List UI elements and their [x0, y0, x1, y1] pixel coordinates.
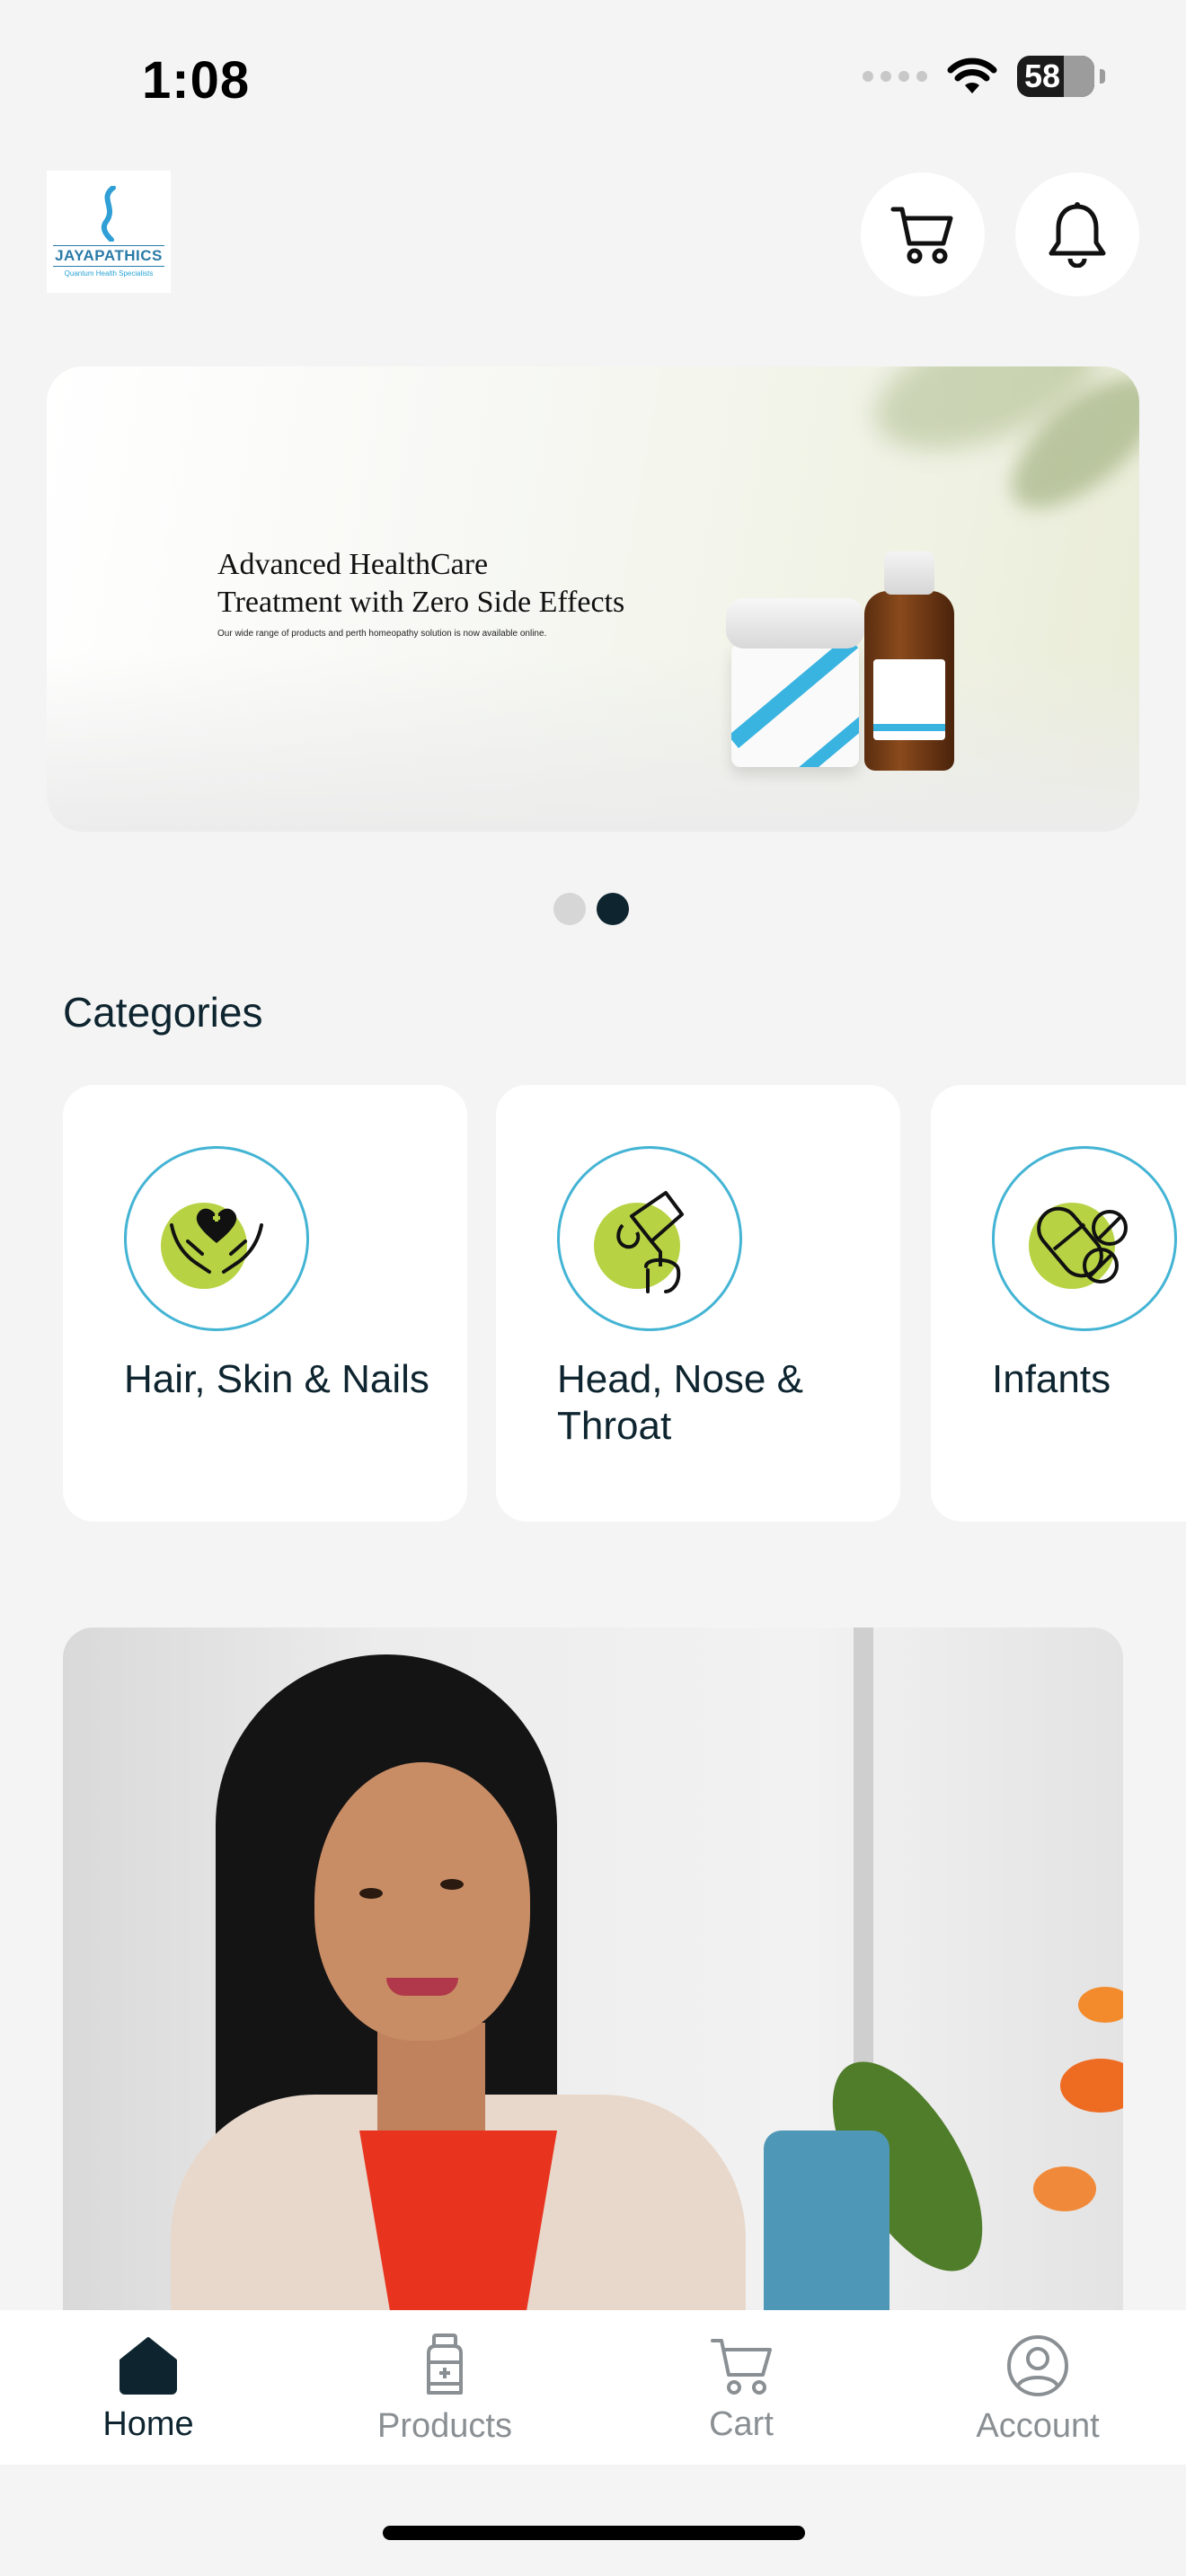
- tab-label: Home: [102, 2405, 194, 2443]
- categories-title: Categories: [63, 989, 263, 1036]
- logo-brand: JAYAPATHICS: [53, 245, 164, 267]
- header-cart-button[interactable]: [861, 172, 985, 296]
- category-card-hair-skin-nails[interactable]: Hair, Skin & Nails: [63, 1085, 467, 1522]
- account-icon: [1007, 2335, 1068, 2396]
- tab-label: Account: [976, 2407, 1100, 2445]
- wifi-icon: [947, 57, 997, 93]
- category-icon-circle: [557, 1146, 742, 1331]
- banner-subtext: Our wide range of products and perth hom…: [217, 629, 547, 639]
- tab-account[interactable]: Account: [890, 2310, 1186, 2465]
- home-indicator[interactable]: [383, 2526, 805, 2540]
- category-label: Hair, Skin & Nails: [124, 1357, 429, 1401]
- medicine-bottle-icon: [427, 2333, 463, 2395]
- pills-icon: [1037, 1206, 1128, 1284]
- status-time: 1:08: [142, 51, 251, 110]
- product-jar-image: [726, 598, 864, 767]
- tab-label: Cart: [709, 2405, 774, 2443]
- signal-icon: [863, 71, 927, 82]
- cart-icon: [890, 207, 953, 264]
- doctor-photo-card[interactable]: [63, 1628, 1123, 2310]
- app-logo[interactable]: JAYAPATHICS Quantum Health Specialists: [47, 171, 171, 293]
- promo-banner[interactable]: Advanced HealthCare Treatment with Zero …: [47, 366, 1139, 832]
- tab-products[interactable]: Products: [296, 2310, 593, 2465]
- heart-hands-icon: [170, 1208, 263, 1274]
- logo-tagline: Quantum Health Specialists: [64, 269, 154, 278]
- home-icon: [119, 2337, 177, 2395]
- category-icon-circle: [992, 1146, 1177, 1331]
- notifications-button[interactable]: [1015, 172, 1139, 296]
- tab-label: Products: [377, 2407, 512, 2445]
- carousel-dot-1[interactable]: [553, 893, 586, 925]
- carousel-dot-2-active[interactable]: [597, 893, 629, 925]
- category-label: Head, Nose & Throat: [557, 1357, 803, 1448]
- banner-headline: Advanced HealthCare Treatment with Zero …: [217, 548, 625, 619]
- bottom-tab-bar: Home Products Cart Account: [0, 2310, 1186, 2465]
- nasal-spray-icon: [616, 1191, 684, 1293]
- category-icon-circle: [124, 1146, 309, 1331]
- tab-cart[interactable]: Cart: [593, 2310, 890, 2465]
- cart-icon: [711, 2339, 772, 2395]
- product-bottle-image: [864, 551, 954, 771]
- category-label: Infants: [992, 1357, 1111, 1401]
- category-card-head-nose-throat[interactable]: Head, Nose & Throat: [496, 1085, 900, 1522]
- category-card-infants[interactable]: Infants: [931, 1085, 1186, 1522]
- logo-mark-icon: [101, 186, 116, 242]
- status-icons: 58: [863, 56, 1105, 97]
- bell-icon: [1049, 202, 1106, 268]
- tab-home[interactable]: Home: [0, 2310, 296, 2465]
- battery-icon: 58: [1017, 56, 1094, 97]
